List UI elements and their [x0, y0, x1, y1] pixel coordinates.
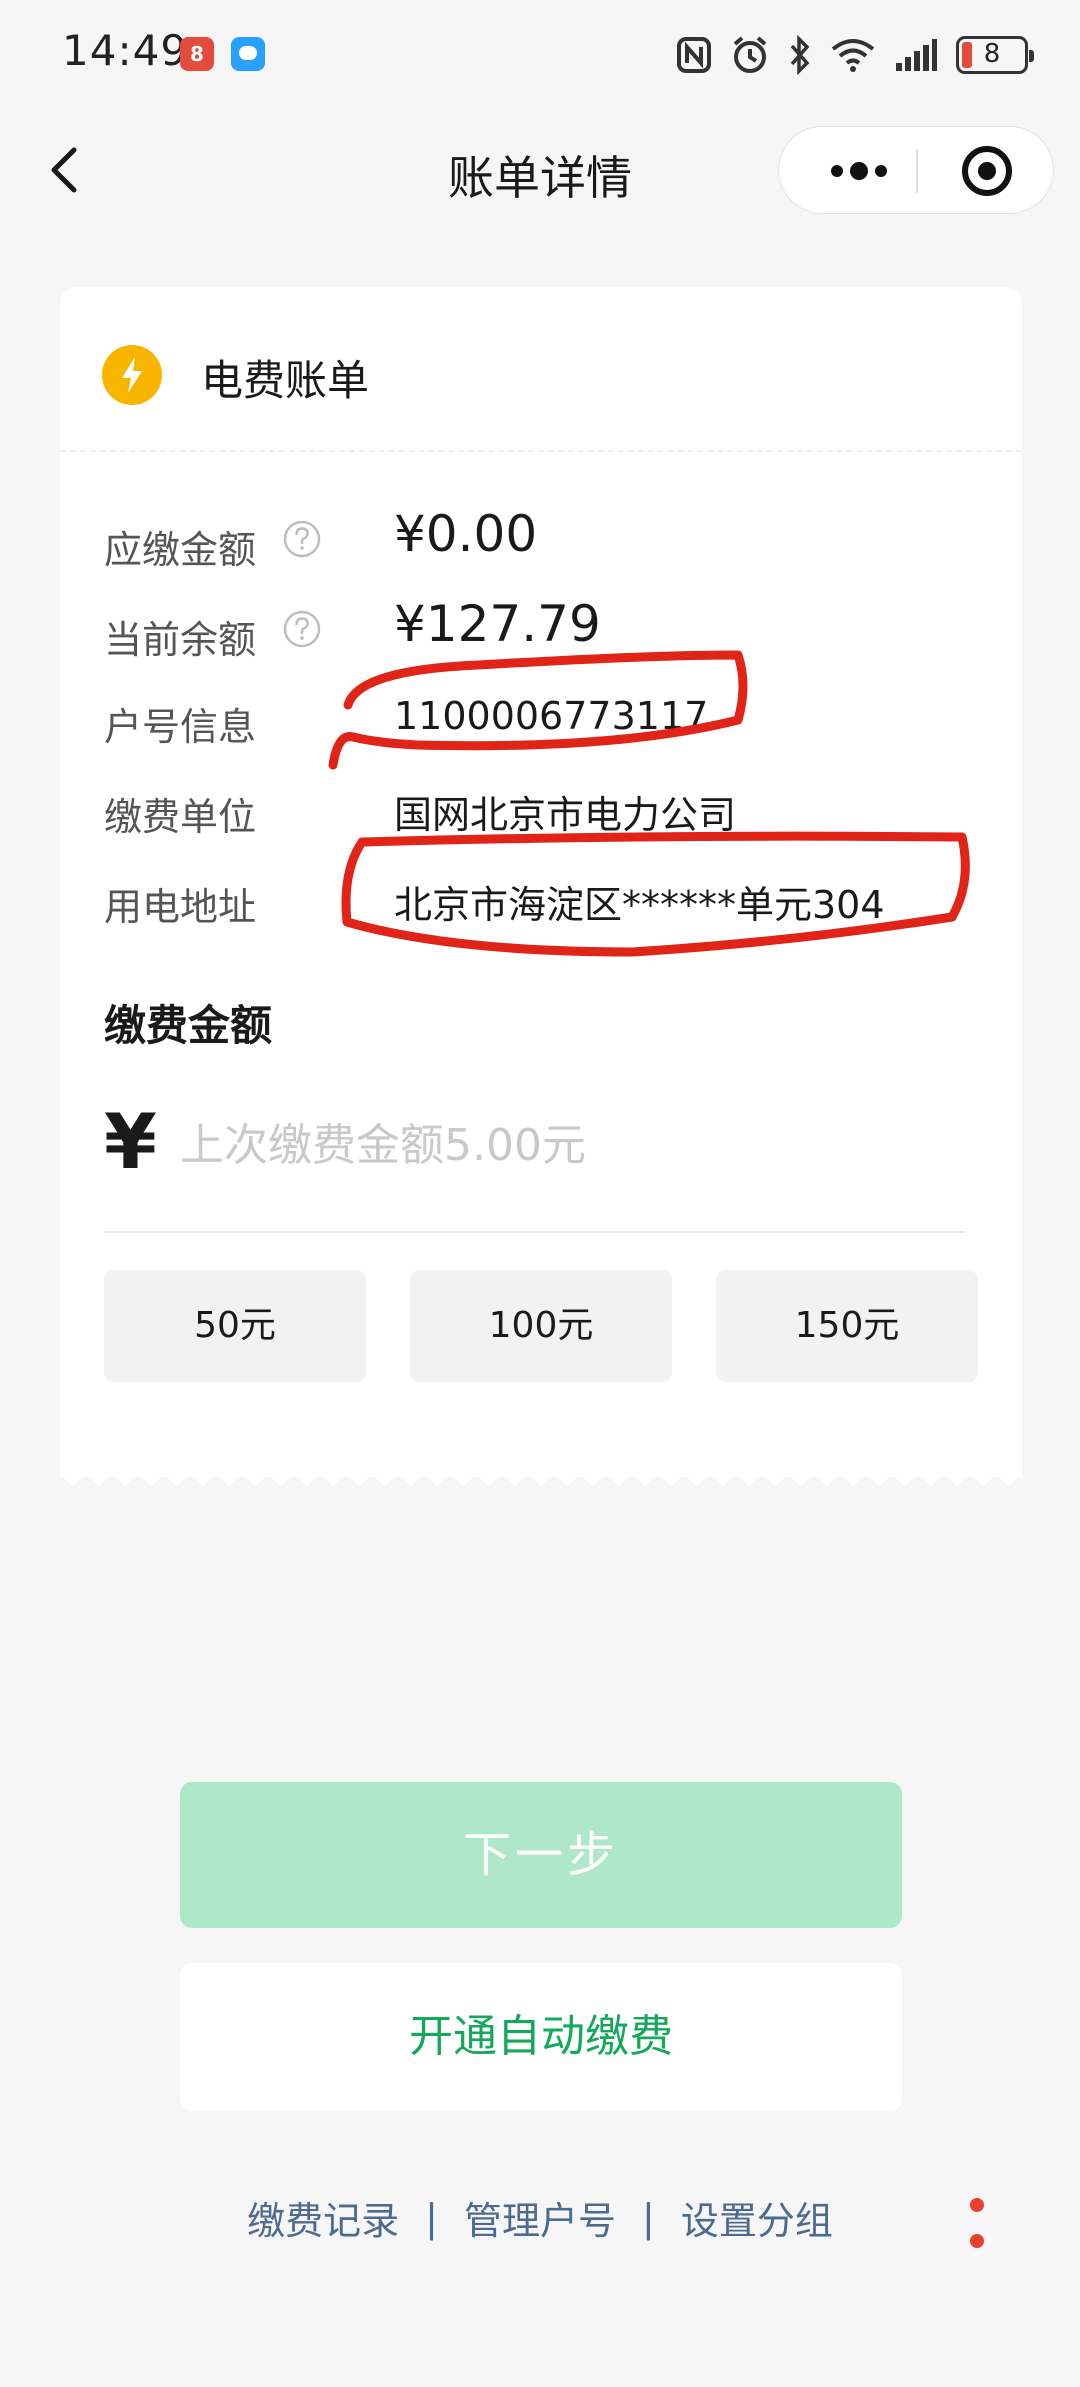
row-label: 当前余额 — [104, 618, 257, 662]
floating-menu-dots-icon[interactable] — [966, 2196, 988, 2250]
row-value: 1100006773117 — [394, 694, 709, 738]
row-payee: 缴费单位 国网北京市电力公司 — [104, 772, 1004, 852]
row-label: 用电地址 — [104, 885, 257, 929]
status-bar: 14:49 8 8 — [0, 0, 1080, 110]
payment-record-link[interactable]: 缴费记录 — [247, 2190, 399, 2245]
target-close-icon — [962, 146, 1012, 196]
row-value: ¥0.00 — [394, 505, 538, 563]
status-icons: 8 — [676, 30, 1034, 80]
payment-amount-title: 缴费金额 — [104, 1001, 273, 1050]
bill-title: 电费账单 — [201, 356, 370, 405]
link-separator: | — [642, 2195, 655, 2240]
row-address: 用电地址 北京市海淀区******单元304 — [104, 862, 1004, 942]
row-account-number: 户号信息 1100006773117 — [104, 682, 1004, 762]
quick-amount-50-button[interactable]: 50元 — [104, 1270, 366, 1382]
nfc-icon — [677, 37, 711, 73]
footer-links: 缴费记录 | 管理户号 | 设置分组 — [0, 2190, 1080, 2250]
signal-icon — [896, 39, 937, 71]
more-button[interactable] — [809, 127, 909, 215]
bill-card-header: 电费账单 — [60, 287, 1022, 452]
currency-symbol: ¥ — [104, 1097, 157, 1186]
row-label: 缴费单位 — [104, 795, 257, 839]
alarm-icon — [733, 36, 767, 73]
quick-amount-150-button[interactable]: 150元 — [716, 1270, 978, 1382]
help-icon[interactable] — [282, 519, 322, 559]
lightning-icon — [102, 345, 162, 405]
row-balance: 当前余额 ¥127.79 — [104, 595, 1004, 675]
battery-icon: 8 — [956, 36, 1034, 74]
next-step-button[interactable]: 下一步 — [180, 1782, 902, 1928]
bill-card: 电费账单 应缴金额 ¥0.00 当前余额 ¥127.79 户号信息 110000… — [60, 287, 1022, 1477]
enable-autopay-button[interactable]: 开通自动缴费 — [180, 1963, 902, 2111]
quick-amount-100-button[interactable]: 100元 — [410, 1270, 672, 1382]
wifi-icon — [831, 39, 875, 72]
bluetooth-icon — [790, 35, 810, 75]
manage-account-link[interactable]: 管理户号 — [464, 2190, 616, 2245]
miniprogram-capsule — [778, 126, 1054, 214]
row-amount-due: 应缴金额 ¥0.00 — [104, 505, 1004, 585]
capsule-divider — [916, 149, 918, 193]
row-label: 应缴金额 — [104, 528, 257, 572]
help-icon[interactable] — [282, 609, 322, 649]
row-value: 北京市海淀区******单元304 — [394, 883, 885, 927]
row-value: 国网北京市电力公司 — [394, 793, 737, 837]
notification-app-icon: 8 — [180, 37, 214, 71]
close-miniprogram-button[interactable] — [947, 127, 1027, 215]
message-app-icon — [231, 37, 265, 71]
row-label: 户号信息 — [104, 705, 257, 749]
row-value: ¥127.79 — [394, 595, 601, 653]
amount-input[interactable] — [180, 1105, 960, 1185]
receipt-edge — [60, 1466, 1022, 1486]
more-dots-icon — [831, 162, 887, 180]
status-time: 14:49 — [62, 26, 189, 75]
set-group-link[interactable]: 设置分组 — [681, 2190, 833, 2245]
link-separator: | — [425, 2195, 438, 2240]
nav-bar: 账单详情 — [0, 120, 1080, 220]
input-underline — [104, 1231, 966, 1233]
